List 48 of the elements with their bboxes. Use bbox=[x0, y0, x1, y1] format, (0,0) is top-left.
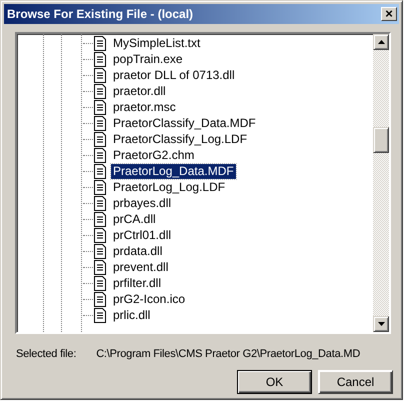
file-icon bbox=[94, 180, 106, 194]
tree-item[interactable]: prfilter.dll bbox=[111, 276, 164, 290]
file-icon bbox=[94, 100, 106, 114]
file-icon bbox=[94, 132, 106, 146]
file-icon bbox=[94, 148, 106, 162]
file-icon bbox=[94, 308, 106, 322]
scroll-up-button[interactable] bbox=[373, 34, 389, 50]
down-arrow-icon bbox=[378, 322, 384, 326]
tree-item[interactable]: prCA.dll bbox=[111, 212, 158, 226]
tree-item[interactable]: PraetorClassify_Log.LDF bbox=[111, 132, 250, 146]
file-icon bbox=[94, 52, 106, 66]
tree-item[interactable]: MySimpleList.txt bbox=[111, 36, 202, 50]
scroll-down-button[interactable] bbox=[373, 316, 389, 332]
tree-item[interactable]: PraetorClassify_Data.MDF bbox=[111, 116, 258, 130]
file-icon bbox=[94, 292, 106, 306]
file-icon bbox=[94, 244, 106, 258]
tree-item[interactable]: prCtrl01.dll bbox=[111, 228, 174, 242]
up-arrow-icon bbox=[378, 40, 384, 44]
file-icon bbox=[94, 196, 106, 210]
file-icon bbox=[94, 36, 106, 50]
file-icon bbox=[94, 228, 106, 242]
tree-item[interactable]: prlic.dll bbox=[111, 308, 152, 322]
file-icon bbox=[94, 164, 106, 178]
tree-item[interactable]: PraetorLog_Data.MDF bbox=[111, 164, 236, 178]
file-icon bbox=[94, 68, 106, 82]
file-icon bbox=[94, 212, 106, 226]
scrollbar[interactable] bbox=[373, 34, 389, 332]
file-icon bbox=[94, 276, 106, 290]
tree-item[interactable]: prG2-Icon.ico bbox=[111, 292, 188, 306]
scroll-thumb[interactable] bbox=[373, 127, 389, 153]
file-icon bbox=[94, 116, 106, 130]
dialog-button[interactable]: Cancel bbox=[318, 370, 393, 394]
tree-item[interactable]: PraetorG2.chm bbox=[111, 148, 196, 162]
tree-item[interactable]: praetor.dll bbox=[111, 84, 168, 98]
tree-item[interactable]: praetor DLL of 0713.dll bbox=[111, 68, 237, 82]
tree-item[interactable]: popTrain.exe bbox=[111, 52, 185, 66]
file-icon bbox=[94, 84, 106, 98]
dialog-button[interactable]: OK bbox=[237, 370, 312, 394]
tree-item[interactable]: PraetorLog_Log.LDF bbox=[111, 180, 228, 194]
tree-item[interactable]: prbayes.dll bbox=[111, 196, 174, 210]
window-title: Browse For Existing File - (local) bbox=[7, 7, 194, 21]
close-button[interactable]: × bbox=[381, 7, 397, 21]
tree-item[interactable]: prevent.dll bbox=[111, 260, 170, 274]
selected-file-label: Selected file: bbox=[16, 348, 76, 360]
tree-item[interactable]: praetor.msc bbox=[111, 100, 178, 114]
tree-item[interactable]: prdata.dll bbox=[111, 244, 164, 258]
file-icon bbox=[94, 260, 106, 274]
selected-file-path: C:\Program Files\CMS Praetor G2\PraetorLog_Data.MD bbox=[96, 348, 360, 360]
